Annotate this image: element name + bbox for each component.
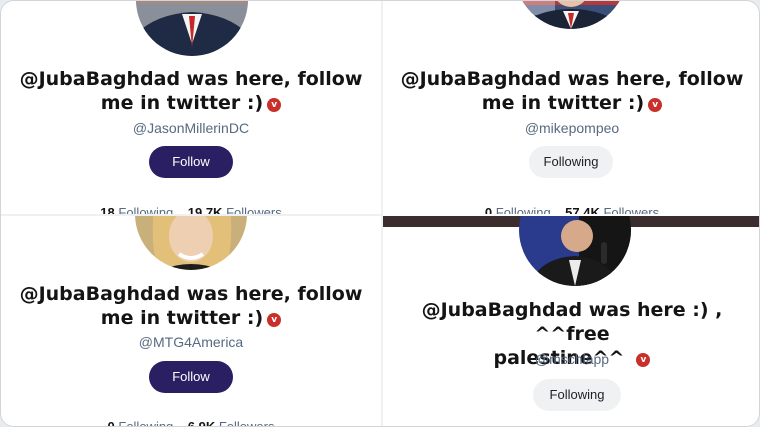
follow-stats: 18 Following 19.7K Followers <box>1 205 381 214</box>
display-name-line1: @JubaBaghdad was here :) , ^^free <box>421 299 723 345</box>
followers-label[interactable]: Followers <box>219 419 275 426</box>
screenshot-frame: @JubaBaghdad was here, follow me in twit… <box>0 0 760 427</box>
display-name: @JubaBaghdad was here, follow me in twit… <box>1 282 381 330</box>
display-name-line1: @JubaBaghdad was here, follow <box>19 68 363 90</box>
divider-horizontal <box>1 214 381 216</box>
profile-handle[interactable]: @mschlapp <box>383 351 759 367</box>
following-button[interactable]: Following <box>533 379 621 411</box>
following-count[interactable]: 0 <box>485 205 492 214</box>
display-name-line1: @JubaBaghdad was here, follow <box>400 68 744 90</box>
profile-card-mtg4america: @JubaBaghdad was here, follow me in twit… <box>1 216 381 426</box>
divider-vertical <box>381 1 383 426</box>
verified-badge-icon: v <box>267 313 282 327</box>
avatar[interactable] <box>135 216 247 270</box>
followers-count[interactable]: 19.7K <box>188 205 223 214</box>
display-name: @JubaBaghdad was here, follow me in twit… <box>1 67 381 115</box>
avatar[interactable] <box>519 216 631 286</box>
profile-handle[interactable]: @mikepompeo <box>383 120 759 136</box>
followers-count[interactable]: 6.9K <box>188 419 215 426</box>
profile-card-mschlapp: @JubaBaghdad was here :) , ^^free palest… <box>383 216 759 426</box>
follow-stats: 0 Following 57.4K Followers <box>383 205 759 214</box>
display-name: @JubaBaghdad was here, follow me in twit… <box>383 67 759 115</box>
profile-handle[interactable]: @JasonMillerinDC <box>1 120 381 136</box>
following-button[interactable]: Following <box>529 146 613 178</box>
followers-count[interactable]: 57.4K <box>565 205 600 214</box>
display-name-line2: me in twitter :) <box>481 92 645 114</box>
display-name-line2: me in twitter :) <box>100 92 264 114</box>
profile-handle[interactable]: @MTG4America <box>1 334 381 350</box>
following-count[interactable]: 0 <box>108 419 115 426</box>
avatar[interactable] <box>136 1 248 56</box>
follow-button[interactable]: Follow <box>149 146 233 178</box>
followers-label[interactable]: Followers <box>603 205 659 214</box>
following-label[interactable]: Following <box>118 205 173 214</box>
follow-stats: 0 Following 6.9K Followers <box>1 419 381 426</box>
display-name-line2: me in twitter :) <box>100 307 264 329</box>
profile-card-mikepompeo: @JubaBaghdad was here, follow me in twit… <box>383 1 759 214</box>
follow-button[interactable]: Follow <box>149 361 233 393</box>
verified-badge-icon: v <box>267 98 282 112</box>
followers-label[interactable]: Followers <box>226 205 282 214</box>
avatar[interactable] <box>515 1 627 29</box>
display-name-line1: @JubaBaghdad was here, follow <box>19 283 363 305</box>
following-label[interactable]: Following <box>496 205 551 214</box>
profile-card-jasonmillerindc: @JubaBaghdad was here, follow me in twit… <box>1 1 381 214</box>
verified-badge-icon: v <box>648 98 663 112</box>
following-label[interactable]: Following <box>118 419 173 426</box>
following-count[interactable]: 18 <box>100 205 114 214</box>
